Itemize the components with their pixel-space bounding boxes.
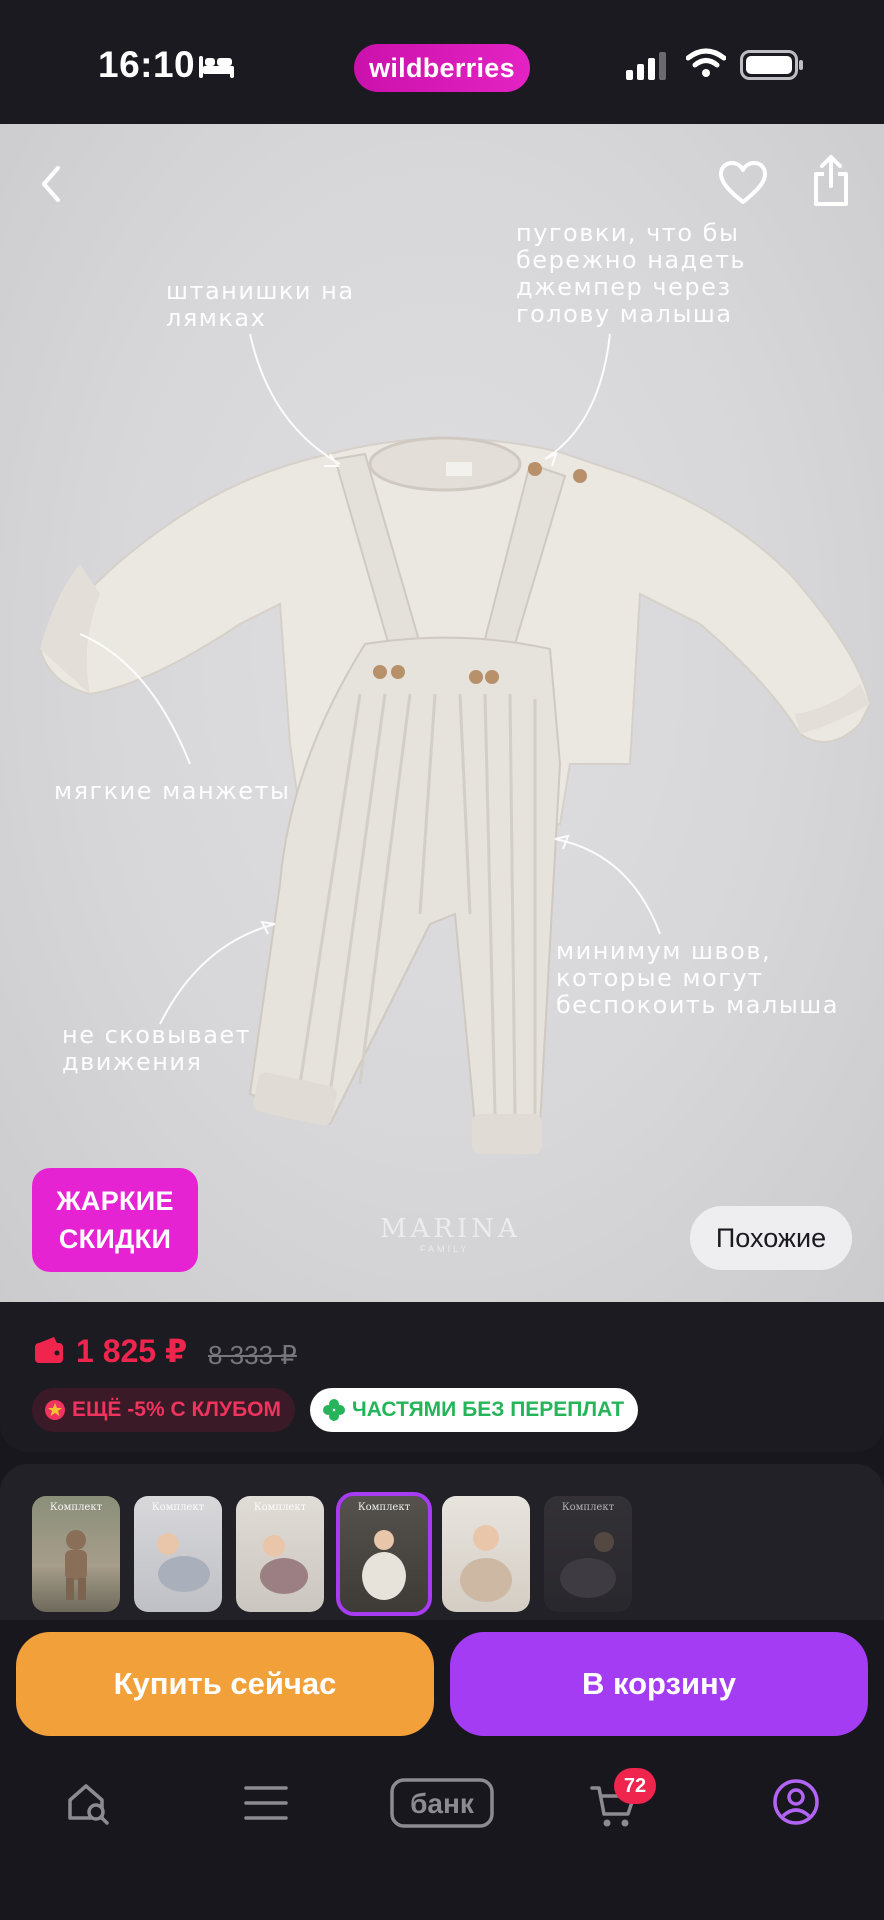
cart-count-badge: 72 [614, 1768, 656, 1804]
similar-button[interactable]: Похожие [690, 1206, 852, 1270]
installments-chip[interactable]: ЧАСТЯМИ БЕЗ ПЕРЕПЛАТ [310, 1388, 639, 1432]
annotation-cuffs: мягкие манжеты [54, 777, 291, 805]
brand-watermark-sub: FAMILY [420, 1244, 470, 1254]
buy-now-button[interactable]: Купить сейчас [16, 1632, 434, 1736]
annotation-straps: штанишки на лямках [166, 277, 355, 332]
thumbnail-strip: Комплект Комплект Комплект Комплект Комп… [0, 1464, 884, 1620]
hot-sale-line-2: СКИДКИ [58, 1224, 172, 1254]
installments-label: ЧАСТЯМИ БЕЗ ПЕРЕПЛАТ [352, 1398, 625, 1421]
buy-now-label: Купить сейчас [113, 1666, 337, 1701]
cellular-signal-icon [626, 52, 670, 85]
bottom-tab-bar: банк 72 [0, 1752, 884, 1920]
thumbnail-2[interactable]: Комплект [134, 1496, 222, 1612]
old-price: 8 333 ₽ [208, 1340, 297, 1370]
wifi-icon [685, 48, 727, 83]
annotation-seams: минимум швов, которые могут беспокоить м… [556, 937, 839, 1019]
thumbnail-5[interactable] [442, 1496, 530, 1612]
clover-icon [323, 1399, 345, 1421]
current-price: 1 825 ₽ [76, 1333, 188, 1369]
favorite-heart-icon[interactable] [718, 160, 768, 211]
hot-sale-badge: ЖАРКИЕ СКИДКИ [32, 1168, 198, 1272]
add-to-cart-label: В корзину [581, 1666, 736, 1701]
cart-count: 72 [623, 1774, 647, 1797]
brand-pill: wildberries [354, 44, 530, 92]
sleep-mode-icon [198, 52, 236, 85]
product-image [38, 333, 872, 1154]
profile-icon[interactable] [772, 1778, 820, 1831]
club-discount-label: ЕЩЁ -5% С КЛУБОМ [72, 1398, 282, 1421]
thumbnail-6[interactable]: Комплект [544, 1496, 632, 1612]
wallet-icon [34, 1336, 64, 1369]
home-search-icon[interactable] [66, 1780, 112, 1831]
annotation-buttons: пуговки, что бы бережно надеть джемпер ч… [516, 219, 747, 328]
similar-label: Похожие [715, 1222, 827, 1253]
club-discount-chip[interactable]: ЕЩЁ -5% С КЛУБОМ [32, 1388, 296, 1432]
status-time: 16:10 [98, 44, 196, 85]
star-icon [45, 1400, 65, 1420]
annotation-movement: не сковывает движения [62, 1021, 252, 1076]
catalog-menu-icon[interactable] [244, 1784, 288, 1827]
product-photo[interactable]: штанишки на лямках пуговки, что бы береж… [0, 124, 884, 1302]
hot-sale-line-1: ЖАРКИЕ [56, 1186, 174, 1216]
back-icon[interactable] [36, 162, 66, 211]
status-bar: 16:10 wildberries [0, 0, 884, 124]
share-icon[interactable] [810, 154, 852, 213]
bank-label: банк [410, 1788, 475, 1819]
thumbnail-3[interactable]: Комплект [236, 1496, 324, 1612]
battery-icon [740, 50, 804, 85]
bank-tab[interactable]: банк [390, 1778, 494, 1833]
thumbnail-4-active[interactable]: Комплект [336, 1492, 432, 1616]
brand-watermark: MARINA [380, 1214, 521, 1244]
price-section: 1 825 ₽ 8 333 ₽ ЕЩЁ -5% С КЛУБОМ ЧАСТЯМИ… [0, 1302, 884, 1452]
add-to-cart-button[interactable]: В корзину [450, 1632, 868, 1736]
thumbnail-1[interactable]: Комплект [32, 1496, 120, 1612]
brand-label: wildberries [369, 52, 515, 83]
